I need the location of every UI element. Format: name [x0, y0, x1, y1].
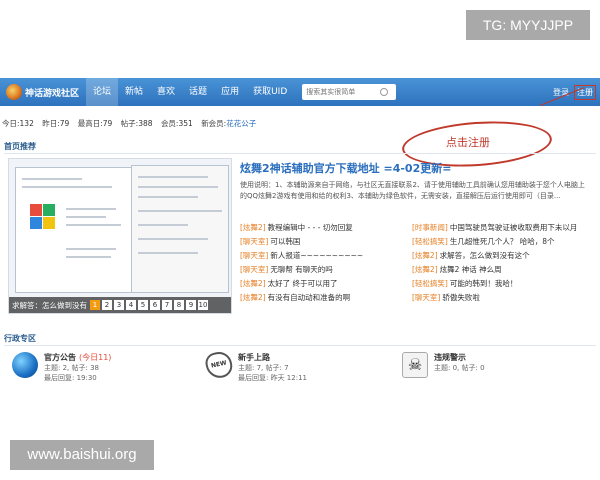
nav-topics[interactable]: 话题: [182, 78, 214, 106]
stat-max-label: 最高日:: [77, 119, 103, 128]
nav-new-posts[interactable]: 新帖: [118, 78, 150, 106]
forum-stats: 主题: 7, 帖子: 7: [238, 364, 289, 372]
watermark-tg: TG: MYYJJPP: [466, 10, 590, 40]
forum-name[interactable]: 新手上路: [238, 353, 270, 362]
nav-forum[interactable]: 论坛: [86, 78, 119, 106]
slider-caption-bar: 求解答：怎么做到没有 1 2 3 4 5 6 7 8 9 10: [9, 297, 231, 313]
search-box[interactable]: [302, 84, 397, 100]
thread-item[interactable]: [炫舞2] 教程编辑中 - - - 切勿回复: [240, 222, 353, 233]
slider-page[interactable]: 10: [198, 300, 208, 310]
windows-logo-icon: [30, 204, 56, 230]
slider-page[interactable]: 6: [150, 300, 160, 310]
forum-stats: 主题: 2, 帖子: 38: [44, 364, 99, 372]
stat-yesterday-label: 昨日:: [42, 119, 60, 128]
forum-name[interactable]: 官方公告: [44, 353, 76, 362]
featured-summary: 使用说明：1、本辅助源来自于网络，与社区无直接联系2、请于使用辅助工具前确认您用…: [240, 181, 585, 200]
forum-newbies[interactable]: NEW 新手上路 主题: 7, 帖子: 7 最后回复: 昨天 12:11: [203, 349, 307, 383]
slide-image-dialog: [131, 165, 229, 293]
thread-item[interactable]: [炫舞2] 炫舞2 神话 神么周: [412, 264, 502, 275]
thread-item[interactable]: [炫舞2] 太好了 终于可以用了: [240, 278, 338, 289]
globe-icon: [12, 352, 38, 378]
thread-item[interactable]: [聊天室] 新人报道~~~~~~~~~~: [240, 250, 363, 261]
stat-max: 79: [102, 119, 113, 128]
thread-item[interactable]: [轻松搞笑] 可能的韩到！我哈！: [412, 278, 517, 289]
slider-page[interactable]: 8: [174, 300, 184, 310]
top-navbar: 神话游戏社区 论坛 新帖 喜欢 话题 应用 获取UID 登录 注册: [0, 78, 600, 106]
thread-item[interactable]: [聊天室] 骄傲失败啦: [412, 292, 480, 303]
forum-today-count: (今日11): [79, 353, 112, 362]
slider-page[interactable]: 7: [162, 300, 172, 310]
search-input[interactable]: [306, 88, 377, 96]
register-link[interactable]: 注册: [574, 84, 596, 100]
slider-page[interactable]: 9: [186, 300, 196, 310]
skull-icon: ☠: [402, 352, 428, 378]
logo-icon: [6, 84, 22, 100]
slider-page[interactable]: 3: [114, 300, 124, 310]
slider-page[interactable]: 5: [138, 300, 148, 310]
recommend-section-title: 首页推荐: [4, 140, 596, 154]
thread-item[interactable]: [时事新闻] 中国驾驶员驾驶证被收取费用下未以月: [412, 222, 577, 233]
watermark-site: www.baishui.org: [10, 440, 154, 470]
stat-yesterday: 79: [59, 119, 70, 128]
new-sticker-icon: NEW: [203, 349, 235, 381]
slider-page[interactable]: 4: [126, 300, 136, 310]
thread-item[interactable]: [轻松搞笑] 生几超惟死几个人？ 哈哈，8个: [412, 236, 555, 247]
stat-posts-label: 帖子:: [120, 119, 139, 128]
thread-item[interactable]: [聊天室] 可以韩国: [240, 236, 300, 247]
forum-announcements[interactable]: 官方公告 (今日11) 主题: 2, 帖子: 38 最后回复: 19:30: [12, 352, 111, 383]
stat-today-label: 今日:: [2, 119, 20, 128]
nav-likes[interactable]: 喜欢: [150, 78, 182, 106]
nav-apps[interactable]: 应用: [214, 78, 246, 106]
featured-headline[interactable]: 炫舞2神话辅助官方下载地址 =4-02更新=: [240, 160, 451, 176]
forum-screenshot: 神话游戏社区 论坛 新帖 喜欢 话题 应用 获取UID 登录 注册 今日:132…: [0, 78, 600, 400]
search-icon[interactable]: [380, 88, 389, 96]
stat-newest-label: 新会员:: [201, 119, 227, 128]
featured-slider[interactable]: 求解答：怎么做到没有 1 2 3 4 5 6 7 8 9 10: [8, 158, 232, 314]
forum-name[interactable]: 违规警示: [434, 353, 466, 362]
thread-item[interactable]: [炫舞2] 有没有自动动和准备的啊: [240, 292, 350, 303]
thread-item[interactable]: [炫舞2] 求解答，怎么做到没有这个: [412, 250, 530, 261]
site-stats: 今日:132 昨日:79 最高日:79 帖子:388 会员:351 新会员:花花…: [2, 118, 256, 129]
stat-today: 132: [19, 119, 34, 128]
nav-get-uid[interactable]: 获取UID: [246, 78, 294, 106]
stat-posts: 388: [138, 119, 153, 128]
slider-caption[interactable]: 求解答：怎么做到没有: [12, 300, 87, 311]
forum-stats: 主题: 0, 帖子: 0: [434, 364, 485, 372]
forum-last-reply: 最后回复: 19:30: [44, 374, 97, 382]
forum-violations[interactable]: ☠ 违规警示 主题: 0, 帖子: 0: [402, 352, 485, 378]
site-logo[interactable]: 神话游戏社区: [6, 84, 86, 100]
slider-page[interactable]: 2: [102, 300, 112, 310]
logo-text: 神话游戏社区: [25, 88, 80, 99]
slide-image-window: [15, 167, 133, 293]
slider-page[interactable]: 1: [90, 300, 100, 310]
admin-section-title: 行政专区: [4, 332, 596, 346]
thread-item[interactable]: [聊天室] 无聊帮 有聊天的吗: [240, 264, 333, 275]
forum-last-reply: 最后回复: 昨天 12:11: [238, 374, 307, 382]
stat-members-label: 会员:: [160, 119, 179, 128]
newest-member-link[interactable]: 花花公子: [226, 119, 256, 128]
stat-members: 351: [178, 119, 193, 128]
